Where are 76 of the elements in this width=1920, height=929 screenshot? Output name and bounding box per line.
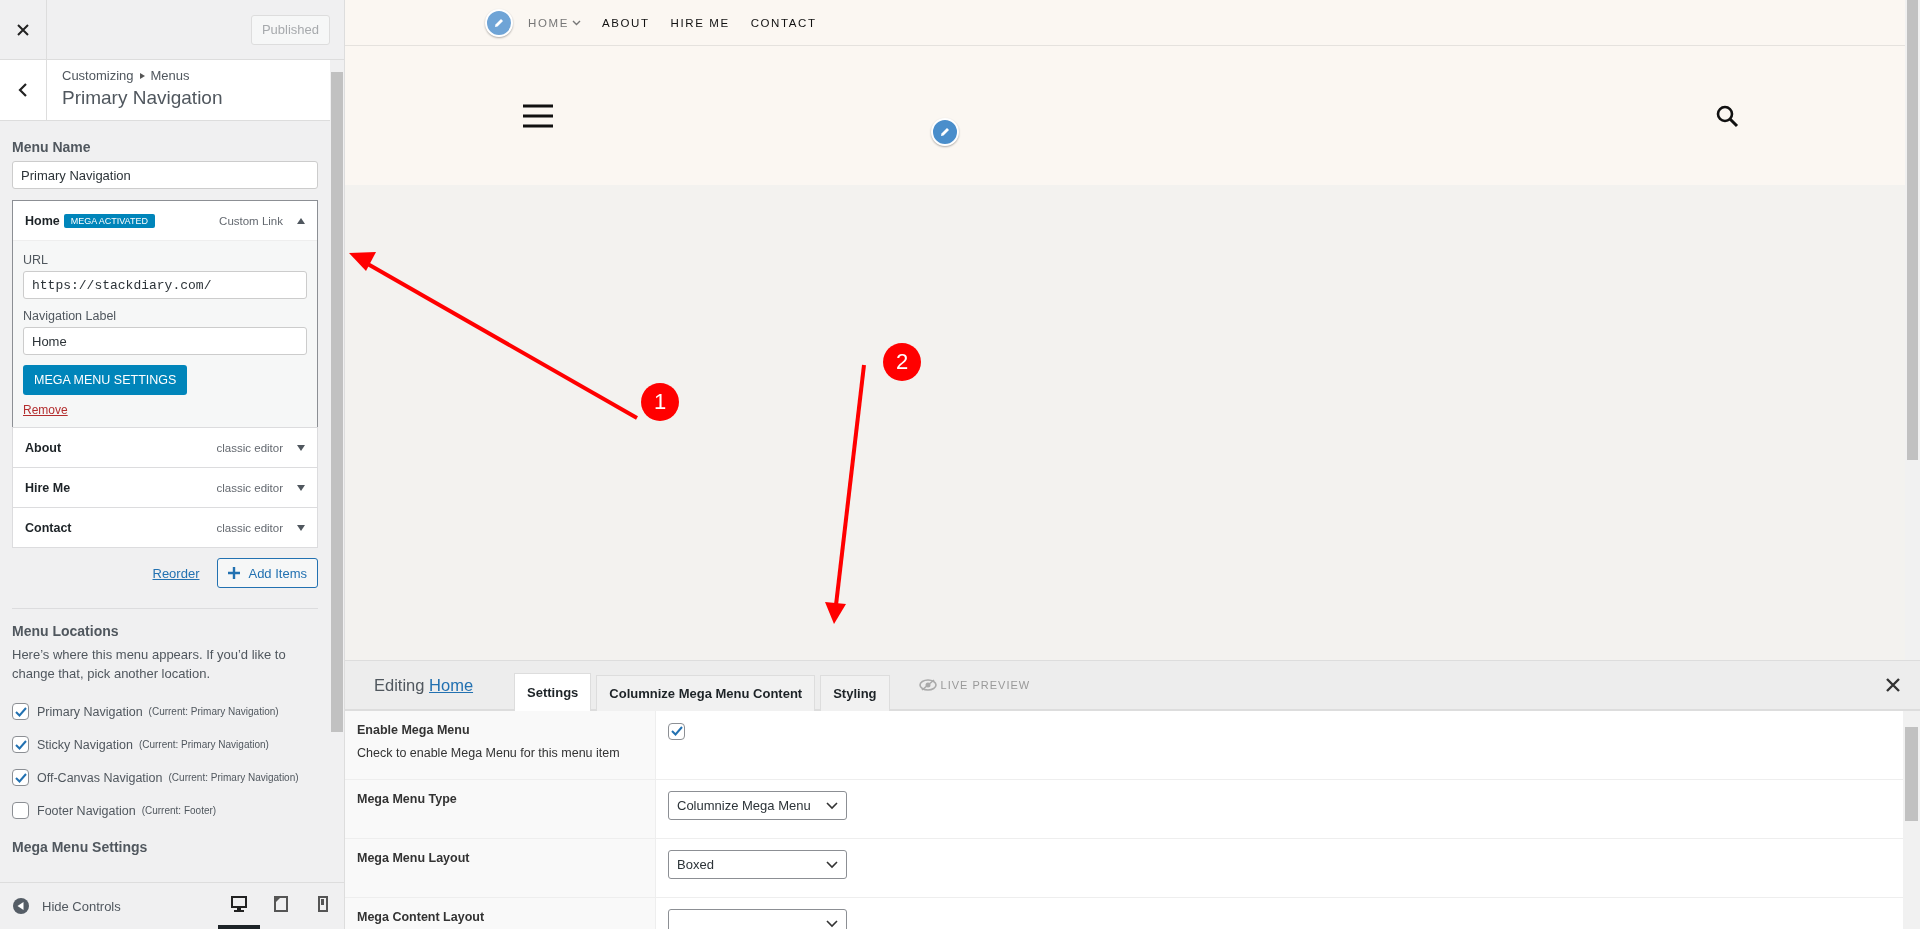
caret-icon[interactable]: [297, 217, 305, 224]
tab[interactable]: Styling: [820, 675, 890, 711]
menu-item-title: About: [25, 440, 62, 455]
location-current: (Current: Primary Navigation): [168, 772, 299, 783]
section-description: Here’s where this menu appears. If you’d like to change that, pick another location.: [12, 646, 287, 683]
breadcrumb-text: Customizing: [62, 68, 134, 83]
section-title[interactable]: Mega Menu Settings: [12, 839, 318, 855]
chevron-down-icon: [826, 801, 838, 810]
url-field[interactable]: https://stackdiary.com/: [23, 271, 307, 299]
menu-item-title: Home: [25, 213, 60, 228]
caret-icon[interactable]: [297, 524, 305, 531]
checkbox[interactable]: [668, 722, 685, 740]
panel-title: Primary Navigation: [62, 87, 223, 109]
menu-item[interactable]: Hire Me classic editor: [12, 467, 318, 508]
edit-pencil-icon[interactable]: [485, 8, 513, 37]
scrollbar[interactable]: [1903, 711, 1920, 929]
collapse-icon[interactable]: [13, 898, 29, 914]
breadcrumb-text: Menus: [150, 68, 190, 83]
menu-item[interactable]: Contact classic editor: [12, 507, 318, 548]
field-label: Menu Name: [12, 139, 92, 155]
menu-item-type: classic editor: [216, 441, 283, 454]
location-current: (Current: Primary Navigation): [148, 706, 279, 717]
tab[interactable]: Settings: [514, 673, 592, 711]
eye-slash-icon: [918, 679, 937, 691]
breadcrumb-separator-icon: [139, 72, 145, 79]
edit-pencil-icon[interactable]: [931, 118, 959, 146]
menu-item-title: Contact: [25, 520, 72, 535]
navigation-label-field[interactable]: Home: [23, 327, 307, 355]
add-items-button[interactable]: Add Items: [217, 558, 318, 588]
plus-icon: [228, 567, 241, 579]
setting-label: Mega Content Layout: [357, 910, 486, 924]
nav-link[interactable]: CONTACT: [750, 16, 817, 29]
nav-link[interactable]: HIRE ME: [670, 16, 730, 29]
hide-controls-link[interactable]: Hide Controls: [42, 898, 121, 914]
nav-link[interactable]: ABOUT: [601, 16, 650, 29]
editing-title: Editing Home: [374, 675, 474, 695]
menu-icon[interactable]: [523, 103, 553, 128]
location-current: (Current: Primary Navigation): [138, 739, 269, 750]
field-label: Navigation Label: [23, 309, 118, 323]
mega-menu-settings-button[interactable]: MEGA MENU SETTINGS: [23, 365, 188, 395]
editing-item-link[interactable]: Home: [429, 675, 474, 694]
checkbox[interactable]: [12, 769, 29, 786]
tab[interactable]: Columnize Mega Menu Content: [596, 675, 816, 711]
menu-item-type: Custom Link: [219, 214, 283, 227]
menu-item-title: Hire Me: [25, 480, 71, 495]
location-name: Sticky Navigation: [37, 737, 133, 752]
nav-link[interactable]: HOME: [528, 16, 581, 29]
caret-icon[interactable]: [297, 444, 305, 451]
reorder-link[interactable]: Reorder: [152, 565, 200, 581]
chevron-down-icon: [826, 919, 838, 928]
caret-icon[interactable]: [297, 484, 305, 491]
setting-description: Check to enable Mega Menu for this menu item: [357, 746, 621, 760]
menu-item[interactable]: Home MEGA ACTIVATED Custom Link URL https://stackdiary.com/ Navigation Label Home MEGA MENU SETTINGS Remove: [12, 200, 318, 428]
menu-item-type: classic editor: [216, 481, 283, 494]
search-icon[interactable]: [1715, 103, 1739, 128]
chevron-down-icon: [826, 860, 838, 869]
checkbox[interactable]: [12, 703, 29, 720]
scrollbar[interactable]: [1905, 0, 1920, 660]
location-name: Footer Navigation: [37, 803, 136, 818]
field-label: URL: [23, 253, 49, 267]
setting-label: Enable Mega Menu: [357, 723, 471, 737]
checkbox[interactable]: [12, 802, 29, 819]
section-title: Menu Locations: [12, 623, 120, 639]
menu-item-type: classic editor: [216, 521, 283, 534]
menu-item[interactable]: About classic editor: [12, 427, 318, 468]
remove-link[interactable]: Remove: [23, 403, 68, 417]
setting-label: Mega Menu Type: [357, 792, 458, 806]
location-name: Off-Canvas Navigation: [37, 770, 163, 785]
location-name: Primary Navigation: [37, 704, 143, 719]
setting-label: Mega Menu Layout: [357, 851, 471, 865]
select-field[interactable]: Boxed: [668, 850, 847, 879]
select-field[interactable]: Columnize Mega Menu: [668, 791, 847, 820]
location-current: (Current: Footer): [141, 805, 217, 816]
checkbox[interactable]: [12, 736, 29, 753]
menu-name-field[interactable]: Primary Navigation: [12, 161, 318, 189]
status-badge: MEGA ACTIVATED: [63, 213, 155, 228]
